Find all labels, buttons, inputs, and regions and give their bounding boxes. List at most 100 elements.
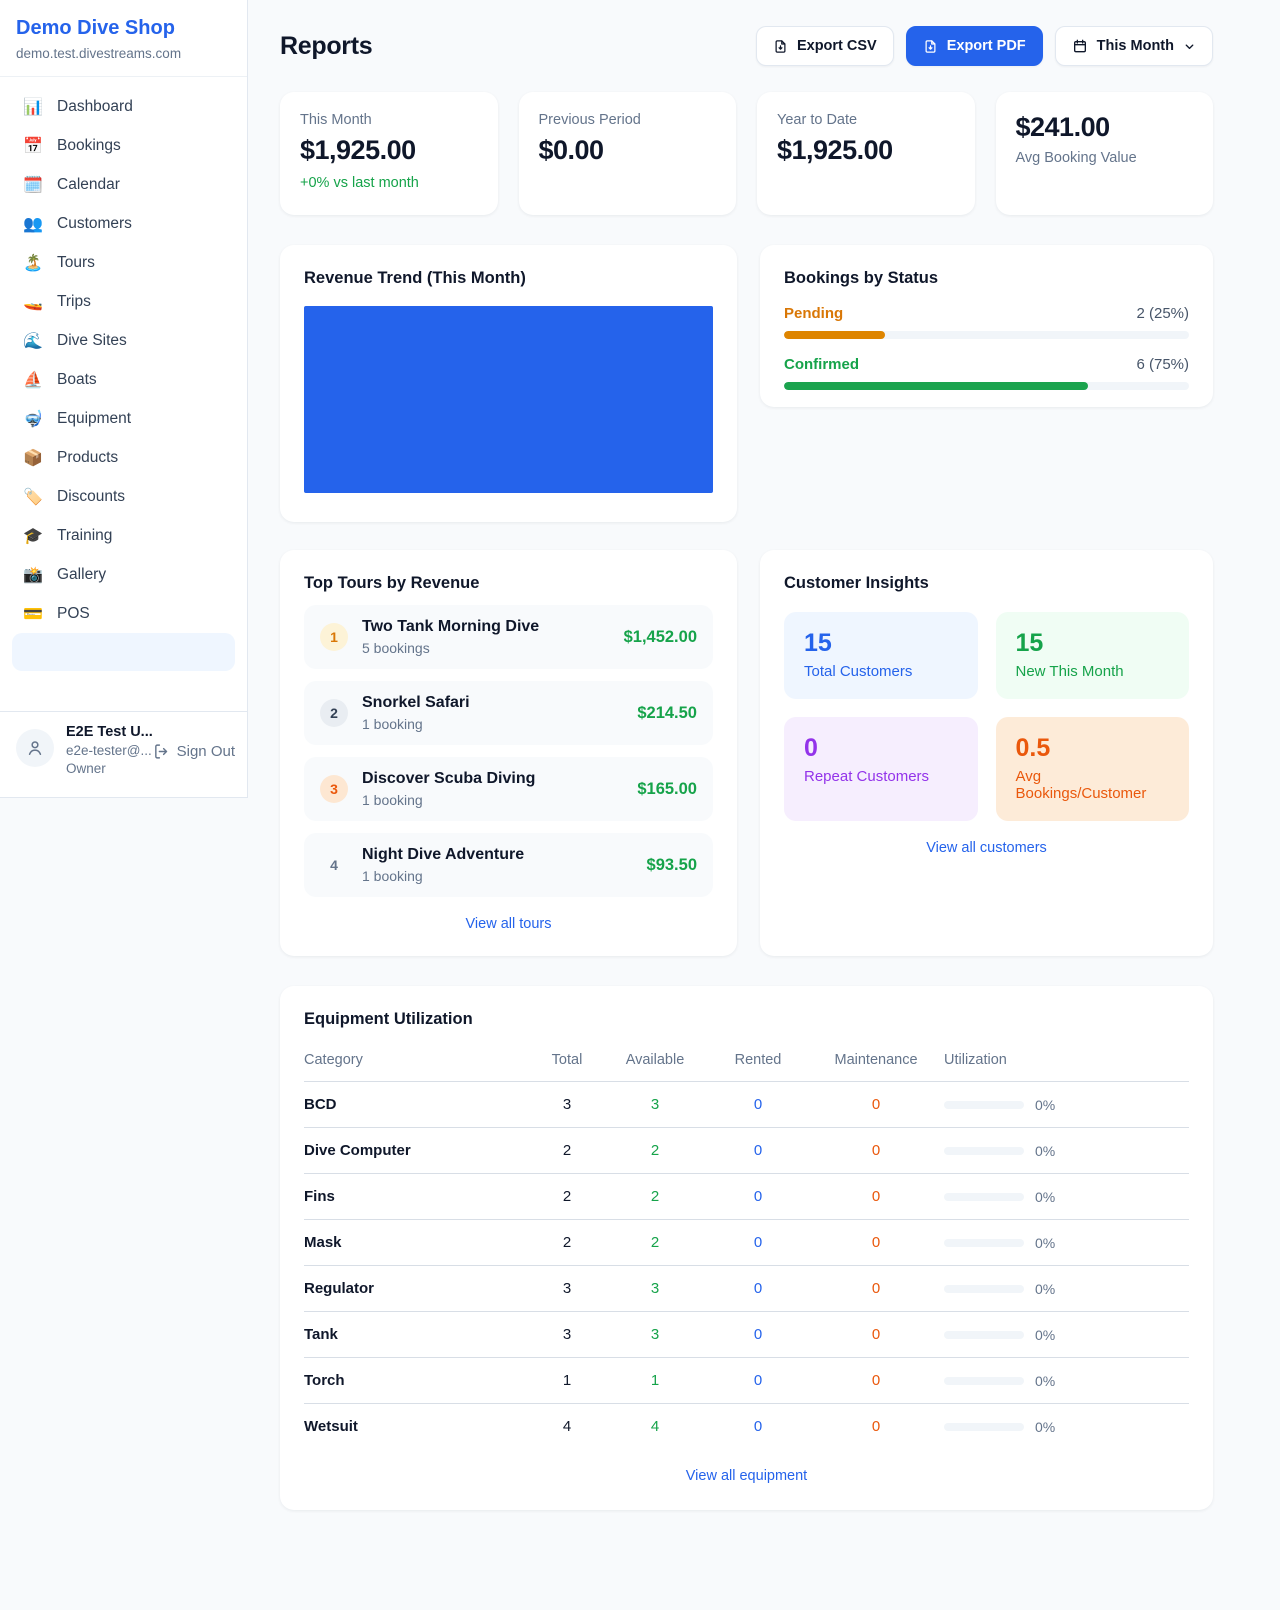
period-select[interactable]: This Month [1055, 26, 1213, 66]
rank-badge: 2 [320, 699, 348, 727]
insight-label: Total Customers [804, 663, 958, 680]
utilization-text: 0% [1035, 1419, 1055, 1435]
sidebar-item-boats[interactable]: ⛵ Boats [12, 360, 235, 399]
equipment-rented: 0 [708, 1220, 808, 1266]
nav-item-label: Bookings [57, 137, 121, 155]
nav-item-icon: 🏝️ [22, 253, 44, 272]
utilization-text: 0% [1035, 1143, 1055, 1159]
insight-value: 15 [1016, 629, 1170, 658]
equipment-maintenance: 0 [808, 1174, 944, 1220]
nav-item-label: Tours [57, 254, 95, 272]
utilization-bar [944, 1147, 1024, 1155]
page-header: Reports Export CSV Export PDF [280, 26, 1213, 66]
utilization-text: 0% [1035, 1373, 1055, 1389]
sidebar-item-bookings[interactable]: 📅 Bookings [12, 126, 235, 165]
sign-out-button[interactable]: Sign Out [153, 743, 235, 760]
utilization-bar [944, 1423, 1024, 1431]
nav-item-label: Equipment [57, 410, 131, 428]
sidebar-item-dive-sites[interactable]: 🌊 Dive Sites [12, 321, 235, 360]
sidebar-item-pos[interactable]: 💳 POS [12, 594, 235, 633]
status-label: Pending [784, 305, 843, 322]
utilization-bar [944, 1193, 1024, 1201]
sidebar-item-reports-active-partial[interactable] [12, 633, 235, 671]
equipment-category: Torch [304, 1358, 532, 1404]
equipment-maintenance: 0 [808, 1312, 944, 1358]
nav-item-label: POS [57, 605, 90, 623]
nav-item-icon: 🗓️ [22, 175, 44, 194]
progress-track [784, 382, 1189, 390]
progress-track [784, 331, 1189, 339]
equipment-maintenance: 0 [808, 1266, 944, 1312]
stat-label: Year to Date [777, 112, 955, 128]
sidebar-item-trips[interactable]: 🚤 Trips [12, 282, 235, 321]
equipment-utilization-panel: Equipment Utilization Category Total Ava… [280, 986, 1213, 1510]
tour-revenue: $165.00 [637, 780, 697, 799]
column-header: Available [602, 1042, 708, 1082]
stat-value: $1,925.00 [300, 135, 478, 166]
tour-list-item: 1 Two Tank Morning Dive 5 bookings $1,45… [304, 605, 713, 669]
equipment-utilization-cell: 0% [944, 1266, 1189, 1312]
panel-title: Customer Insights [784, 574, 1189, 593]
equipment-available: 3 [602, 1266, 708, 1312]
nav-item-label: Gallery [57, 566, 106, 584]
stat-value: $241.00 [1016, 112, 1194, 143]
view-all-customers-link[interactable]: View all customers [784, 840, 1189, 856]
insight-value: 0.5 [1016, 734, 1170, 763]
status-count: 2 (25%) [1136, 305, 1189, 322]
equipment-utilization-cell: 0% [944, 1404, 1189, 1450]
sidebar-item-equipment[interactable]: 🤿 Equipment [12, 399, 235, 438]
status-label: Confirmed [784, 356, 859, 373]
equipment-maintenance: 0 [808, 1128, 944, 1174]
table-row: BCD 3 3 0 0 0% [304, 1082, 1189, 1128]
insight-new-this-month: 15 New This Month [996, 612, 1190, 699]
header-actions: Export CSV Export PDF This Month [756, 26, 1213, 66]
panel-title: Equipment Utilization [304, 1010, 1189, 1029]
file-download-icon [773, 39, 788, 54]
equipment-category: BCD [304, 1082, 532, 1128]
insight-repeat-customers: 0 Repeat Customers [784, 717, 978, 821]
equipment-maintenance: 0 [808, 1358, 944, 1404]
sidebar-header: Demo Dive Shop demo.test.divestreams.com [0, 0, 247, 77]
sidebar: Demo Dive Shop demo.test.divestreams.com… [0, 0, 248, 798]
equipment-total: 1 [532, 1358, 602, 1404]
equipment-category: Fins [304, 1174, 532, 1220]
equipment-total: 3 [532, 1082, 602, 1128]
equipment-available: 3 [602, 1312, 708, 1358]
export-pdf-button[interactable]: Export PDF [906, 26, 1043, 66]
sidebar-nav: 📊 Dashboard 📅 Bookings 🗓️ Calendar 👥 Cus… [0, 77, 247, 633]
sidebar-item-tours[interactable]: 🏝️ Tours [12, 243, 235, 282]
sidebar-item-customers[interactable]: 👥 Customers [12, 204, 235, 243]
column-header: Rented [708, 1042, 808, 1082]
insight-value: 15 [804, 629, 958, 658]
sidebar-item-dashboard[interactable]: 📊 Dashboard [12, 87, 235, 126]
tour-name: Snorkel Safari [362, 694, 470, 712]
sidebar-item-discounts[interactable]: 🏷️ Discounts [12, 477, 235, 516]
status-row-confirmed: Confirmed 6 (75%) [784, 356, 1189, 390]
table-row: Dive Computer 2 2 0 0 0% [304, 1128, 1189, 1174]
sidebar-item-products[interactable]: 📦 Products [12, 438, 235, 477]
nav-item-label: Products [57, 449, 118, 467]
equipment-available: 2 [602, 1128, 708, 1174]
table-row: Mask 2 2 0 0 0% [304, 1220, 1189, 1266]
tour-name: Discover Scuba Diving [362, 770, 535, 788]
shop-name: Demo Dive Shop [16, 17, 231, 40]
export-csv-button[interactable]: Export CSV [756, 26, 894, 66]
sidebar-item-gallery[interactable]: 📸 Gallery [12, 555, 235, 594]
view-all-tours-link[interactable]: View all tours [304, 916, 713, 932]
equipment-available: 2 [602, 1174, 708, 1220]
equipment-utilization-cell: 0% [944, 1358, 1189, 1404]
equipment-category: Mask [304, 1220, 532, 1266]
equipment-available: 1 [602, 1358, 708, 1404]
nav-item-label: Dashboard [57, 98, 133, 116]
shop-domain: demo.test.divestreams.com [16, 46, 231, 61]
table-row: Wetsuit 4 4 0 0 0% [304, 1404, 1189, 1450]
customer-insights-panel: Customer Insights 15 Total Customers 15 … [760, 550, 1213, 956]
sidebar-item-training[interactable]: 🎓 Training [12, 516, 235, 555]
column-header: Category [304, 1042, 532, 1082]
equipment-utilization-cell: 0% [944, 1312, 1189, 1358]
equipment-total: 4 [532, 1404, 602, 1450]
view-all-equipment-link[interactable]: View all equipment [304, 1468, 1189, 1484]
rank-badge: 3 [320, 775, 348, 803]
sidebar-item-calendar[interactable]: 🗓️ Calendar [12, 165, 235, 204]
utilization-bar [944, 1377, 1024, 1385]
